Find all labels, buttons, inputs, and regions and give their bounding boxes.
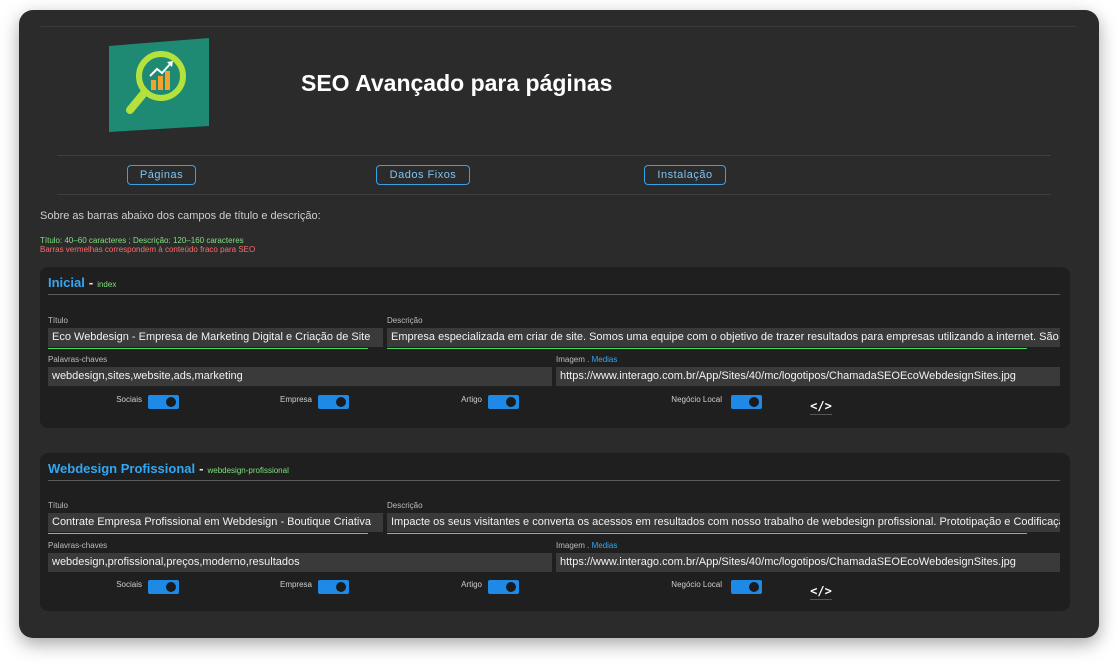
tab-dados-fixos[interactable]: Dados Fixos xyxy=(376,165,470,185)
code-icon[interactable]: </> xyxy=(810,397,832,415)
seo-logo-icon xyxy=(109,38,209,132)
divider xyxy=(57,194,1051,195)
card-separator: - xyxy=(199,461,204,476)
image-label-text: Imagem . xyxy=(556,541,592,550)
image-url-input[interactable]: https://www.interago.com.br/App/Sites/40… xyxy=(556,367,1060,386)
keywords-label: Palavras-chaves xyxy=(48,355,108,364)
image-label: Imagem . Medias xyxy=(556,355,617,364)
title-length-bar xyxy=(48,533,368,534)
divider xyxy=(57,155,1051,156)
title-length-bar xyxy=(48,348,368,349)
medias-link[interactable]: Medias xyxy=(592,541,618,550)
info-good-range: Título: 40–60 caracteres ; Descrição: 12… xyxy=(40,236,244,245)
card-page-slug: webdesign-profissional xyxy=(207,466,289,475)
card-divider xyxy=(48,294,1060,295)
image-label: Imagem . Medias xyxy=(556,541,617,550)
keywords-input[interactable]: webdesign,sites,website,ads,marketing xyxy=(48,367,552,386)
toggle-empresa[interactable] xyxy=(318,580,349,594)
title-label: Título xyxy=(48,316,69,325)
toggle-label-artigo: Artigo xyxy=(461,395,482,404)
tab-paginas[interactable]: Páginas xyxy=(127,165,196,185)
medias-link[interactable]: Medias xyxy=(592,355,618,364)
toggle-label-empresa: Empresa xyxy=(279,395,312,404)
card-page-slug: index xyxy=(97,280,117,289)
keywords-input[interactable]: webdesign,profissional,preços,moderno,re… xyxy=(48,553,552,572)
toggle-artigo[interactable] xyxy=(488,580,519,594)
description-length-bar xyxy=(387,348,1027,349)
toggle-artigo[interactable] xyxy=(488,395,519,409)
card-divider xyxy=(48,480,1060,481)
info-heading: Sobre as barras abaixo dos campos de tít… xyxy=(40,210,321,222)
card-header: Webdesign Profissional - webdesign-profi… xyxy=(48,461,289,476)
image-label-text: Imagem . xyxy=(556,355,592,364)
description-length-bar xyxy=(387,533,1027,534)
description-label: Descrição xyxy=(387,316,423,325)
description-label: Descrição xyxy=(387,501,423,510)
toggle-empresa[interactable] xyxy=(318,395,349,409)
code-icon[interactable]: </> xyxy=(810,582,832,600)
keywords-label: Palavras-chaves xyxy=(48,541,108,550)
toggle-label-negocio-local: Negócio Local xyxy=(671,580,722,589)
card-page-name: Inicial xyxy=(48,275,85,290)
info-warning: Barras vermelhas correspondem à conteúdo… xyxy=(40,245,256,254)
toggle-label-negocio-local: Negócio Local xyxy=(671,395,722,404)
tab-instalacao[interactable]: Instalação xyxy=(644,165,726,185)
card-separator: - xyxy=(88,275,94,290)
title-input[interactable]: Eco Webdesign - Empresa de Marketing Dig… xyxy=(48,328,383,347)
toggle-label-empresa: Empresa xyxy=(279,580,312,589)
page-title: SEO Avançado para páginas xyxy=(301,70,613,96)
title-label: Título xyxy=(48,501,69,510)
toggle-negocio-local[interactable] xyxy=(731,395,762,409)
toggle-negocio-local[interactable] xyxy=(731,580,762,594)
page-card: Inicial - index Título Eco Webdesign - E… xyxy=(40,267,1070,428)
card-page-name: Webdesign Profissional xyxy=(48,461,196,476)
toggle-sociais[interactable] xyxy=(148,580,179,594)
description-input[interactable]: Empresa especializada em criar de site. … xyxy=(387,328,1060,347)
app-window: SEO Avançado para páginas Páginas Dados … xyxy=(19,10,1099,638)
toggle-label-artigo: Artigo xyxy=(461,580,482,589)
title-input[interactable]: Contrate Empresa Profissional em Webdesi… xyxy=(48,513,383,532)
card-header: Inicial - index xyxy=(48,275,116,290)
image-url-input[interactable]: https://www.interago.com.br/App/Sites/40… xyxy=(556,553,1060,572)
page-card: Webdesign Profissional - webdesign-profi… xyxy=(40,453,1070,611)
description-input[interactable]: Impacte os seus visitantes e converta os… xyxy=(387,513,1060,532)
toggle-label-sociais: Sociais xyxy=(116,580,142,589)
top-divider xyxy=(41,26,1077,27)
toggle-label-sociais: Sociais xyxy=(116,395,142,404)
toggle-sociais[interactable] xyxy=(148,395,179,409)
